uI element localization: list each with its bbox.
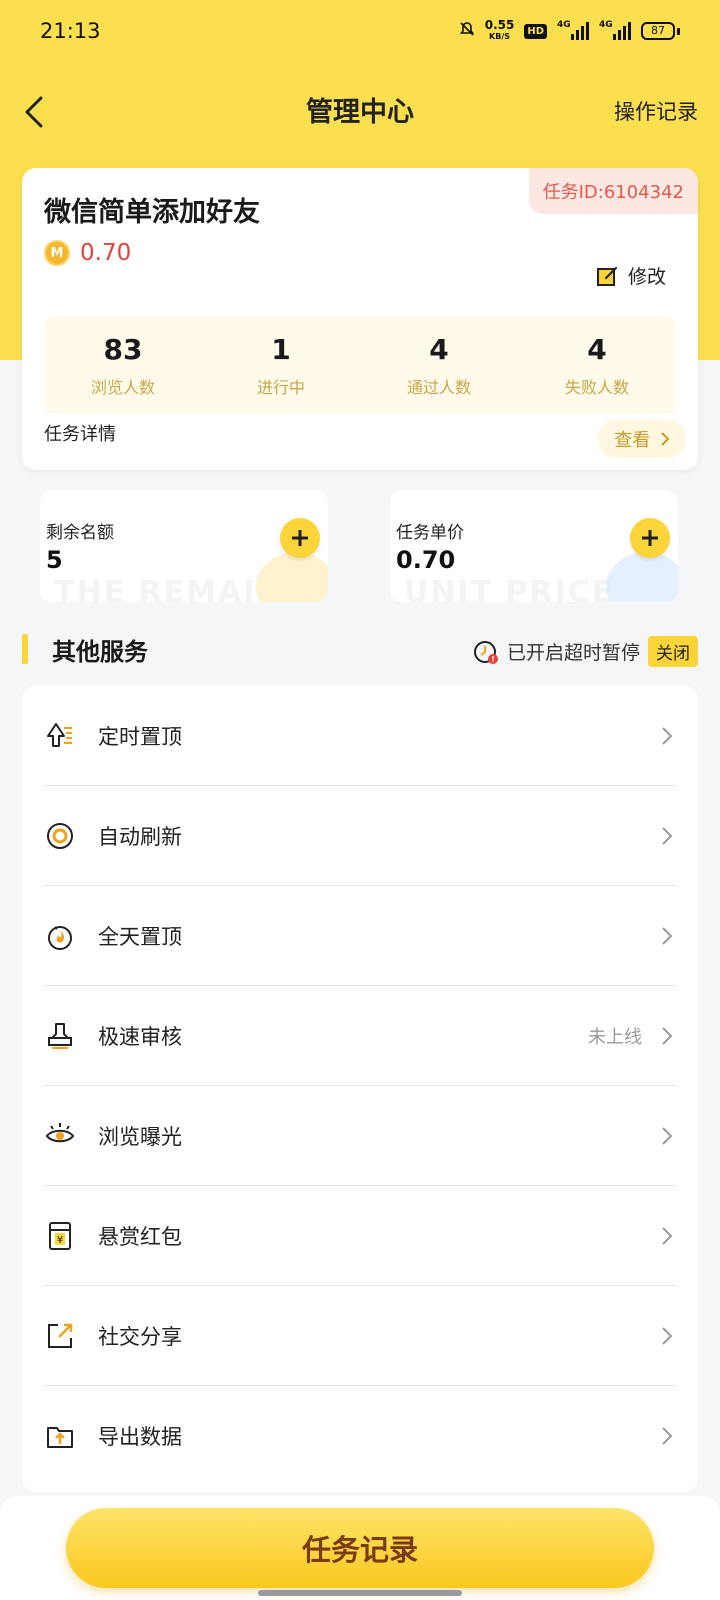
status-bar: 21:13 0.55 KB/S HD 4G 4G 87 — [0, 0, 720, 62]
operation-log-link[interactable]: 操作记录 — [614, 96, 698, 126]
service-item-social-share[interactable]: 社交分享 — [44, 1286, 676, 1386]
service-list: 定时置顶 自动刷新 全天置顶 极速审核 未上线 浏览曝光 ¥ 悬赏红包 社交分享… — [22, 686, 698, 1492]
chevron-right-icon — [660, 1226, 674, 1246]
net-speed: 0.55 KB/S — [484, 18, 515, 41]
chevron-right-icon — [661, 432, 670, 446]
stat-value: 4 — [429, 332, 449, 366]
unit-price-card: UNIT PRICE 任务单价 0.70 — [390, 490, 678, 602]
stat-label: 浏览人数 — [90, 377, 155, 397]
service-label: 定时置顶 — [98, 724, 182, 749]
status-time: 21:13 — [40, 19, 101, 43]
view-detail-button[interactable]: 查看 — [598, 420, 686, 458]
stat-value: 4 — [587, 332, 607, 366]
chevron-right-icon — [660, 726, 674, 746]
decoration — [256, 552, 328, 602]
stats-box: 83 浏览人数 1 进行中 4 通过人数 4 失败人数 — [44, 316, 676, 414]
red-packet-icon: ¥ — [44, 1220, 76, 1252]
modify-button[interactable]: 修改 — [596, 262, 666, 289]
task-record-button[interactable]: 任务记录 — [66, 1508, 654, 1588]
price-row: M 0.70 — [44, 240, 131, 266]
hd-badge: HD — [524, 23, 547, 39]
chevron-right-icon — [660, 1326, 674, 1346]
mute-bell-icon — [459, 21, 475, 41]
timeout-pause-row: 已开启超时暂停 关闭 — [473, 636, 698, 667]
page-title: 管理中心 — [306, 97, 414, 128]
remaining-quota-card: THE REMAI 剩余名额 5 — [40, 490, 328, 602]
service-item-browse-exposure[interactable]: 浏览曝光 — [44, 1086, 676, 1186]
svg-text:¥: ¥ — [57, 1235, 63, 1246]
timeout-close-button[interactable]: 关闭 — [648, 636, 698, 667]
section-accent-bar — [22, 634, 28, 664]
raise-price-button[interactable] — [630, 518, 670, 558]
timeout-status-text: 已开启超时暂停 — [506, 642, 640, 664]
stat-value: 1 — [271, 332, 291, 366]
service-label: 全天置顶 — [98, 924, 182, 949]
service-item-fast-review[interactable]: 极速审核 未上线 — [44, 986, 676, 1086]
service-label: 导出数据 — [98, 1425, 182, 1449]
plus-icon — [642, 530, 658, 546]
share-icon — [44, 1320, 76, 1352]
service-label: 社交分享 — [98, 1324, 182, 1349]
remaining-quota-value: 5 — [46, 546, 63, 574]
pin-top-icon — [44, 720, 76, 752]
service-label: 自动刷新 — [98, 824, 182, 849]
timer-alert-icon — [473, 640, 498, 664]
status-icons: 0.55 KB/S HD 4G 4G 87 — [459, 18, 680, 42]
eye-icon — [44, 1120, 76, 1152]
chevron-right-icon — [660, 926, 674, 946]
battery-icon: 87 — [641, 22, 680, 40]
unit-price-label: 任务单价 — [396, 523, 464, 543]
section-title: 其他服务 — [52, 638, 148, 666]
remaining-quota-label: 剩余名额 — [46, 523, 114, 543]
stat-label: 失败人数 — [564, 377, 629, 397]
service-label: 浏览曝光 — [98, 1124, 182, 1149]
signal-sim2-icon: 4G — [599, 20, 631, 40]
stat-label: 通过人数 — [406, 377, 471, 397]
service-item-scheduled-top[interactable]: 定时置顶 — [44, 686, 676, 786]
chevron-right-icon — [660, 1126, 674, 1146]
task-price: 0.70 — [80, 240, 132, 266]
view-label: 查看 — [614, 430, 651, 451]
service-item-reward-red-packet[interactable]: ¥ 悬赏红包 — [44, 1186, 676, 1286]
task-id-badge: 任务ID:6104342 — [528, 168, 698, 214]
stat-passed[interactable]: 4 通过人数 — [360, 316, 518, 414]
service-item-export-data[interactable]: 导出数据 — [44, 1386, 676, 1486]
back-button[interactable] — [18, 92, 50, 132]
add-quota-button[interactable] — [280, 518, 320, 558]
home-indicator[interactable] — [258, 1590, 462, 1596]
watermark-text: UNIT PRICE — [404, 575, 615, 602]
plus-icon — [292, 530, 308, 546]
stamp-icon — [44, 1020, 76, 1052]
task-title: 微信简单添加好友 — [44, 197, 260, 228]
refresh-icon — [44, 820, 76, 852]
service-label: 悬赏红包 — [98, 1224, 182, 1249]
stat-failed[interactable]: 4 失败人数 — [518, 316, 676, 414]
decoration — [606, 552, 678, 602]
service-item-all-day-top[interactable]: 全天置顶 — [44, 886, 676, 986]
modify-label: 修改 — [627, 266, 666, 288]
service-label: 极速审核 — [98, 1024, 182, 1049]
coin-icon: M — [44, 240, 70, 266]
watermark-text: THE REMAI — [54, 575, 257, 602]
flame-icon — [44, 920, 76, 952]
edit-icon — [596, 266, 618, 286]
chevron-right-icon — [660, 1426, 674, 1446]
service-item-auto-refresh[interactable]: 自动刷新 — [44, 786, 676, 886]
unit-price-value: 0.70 — [396, 546, 456, 574]
service-status: 未上线 — [588, 1026, 642, 1048]
signal-sim1-icon: 4G — [557, 20, 589, 40]
export-folder-icon — [44, 1420, 76, 1452]
stat-value: 83 — [103, 332, 143, 366]
task-card: 任务ID:6104342 微信简单添加好友 M 0.70 修改 83 浏览人数 … — [22, 168, 698, 470]
task-detail-label: 任务详情 — [44, 424, 116, 445]
stat-label: 进行中 — [256, 377, 305, 397]
stat-views[interactable]: 83 浏览人数 — [44, 316, 202, 414]
chevron-right-icon — [660, 826, 674, 846]
stat-in-progress[interactable]: 1 进行中 — [202, 316, 360, 414]
chevron-left-icon — [25, 96, 43, 128]
chevron-right-icon — [660, 1026, 674, 1046]
